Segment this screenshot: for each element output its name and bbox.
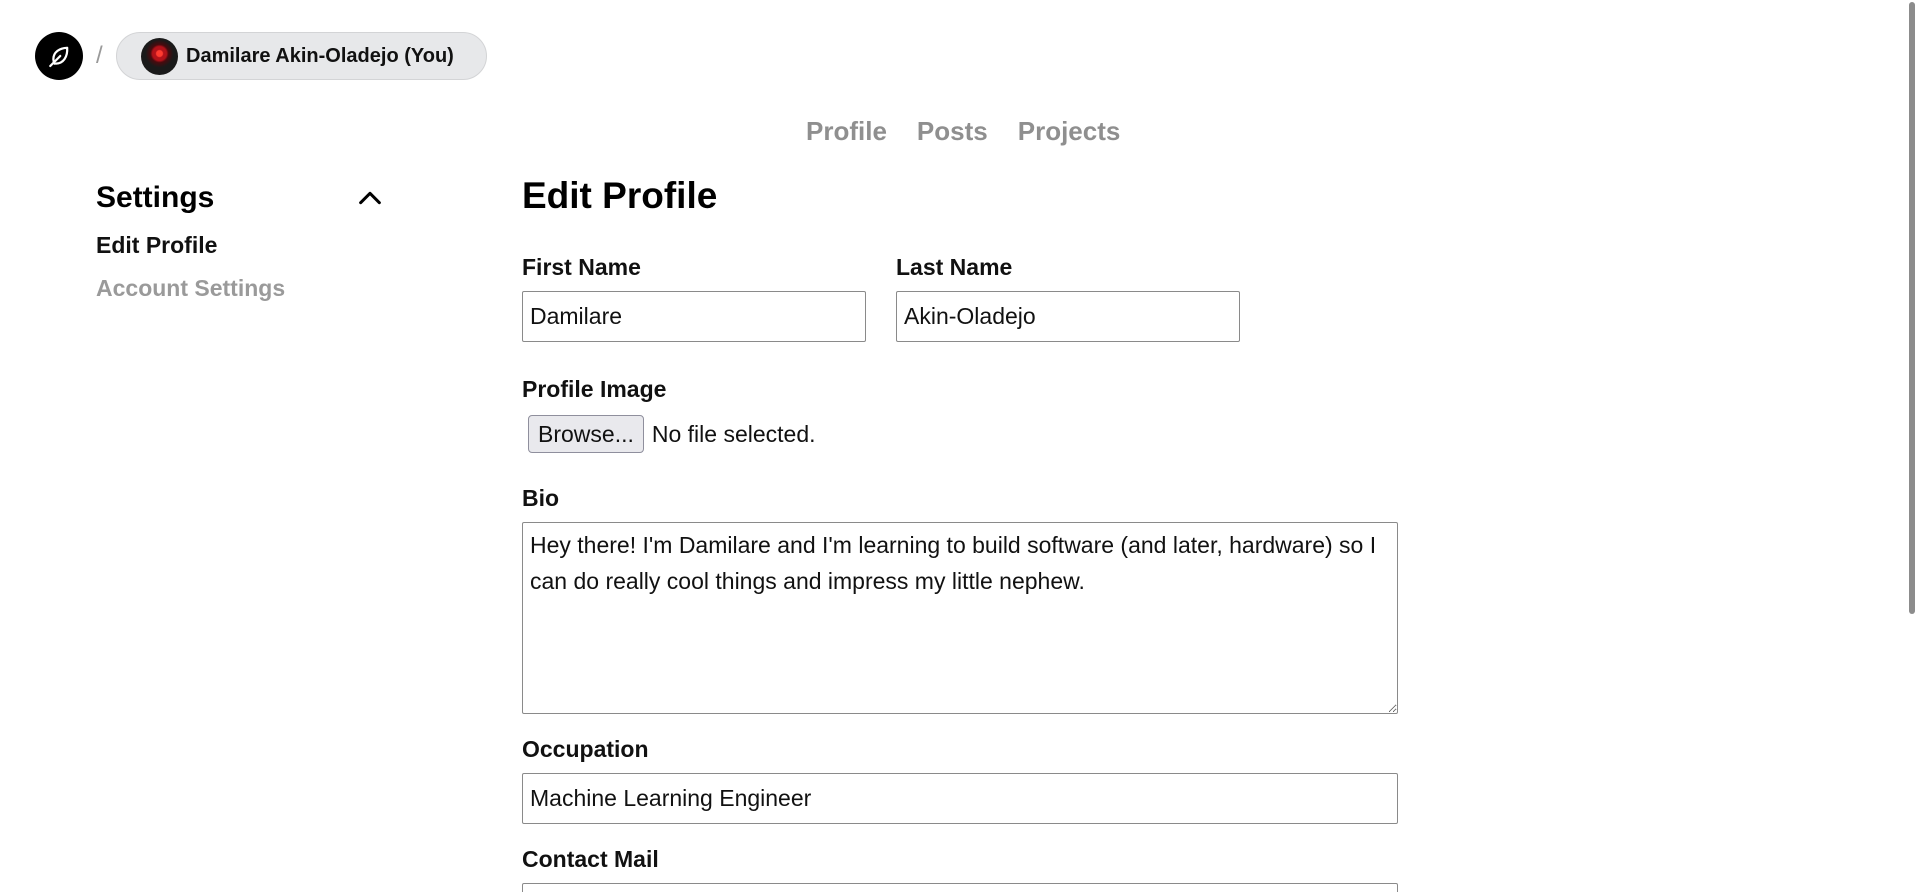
browse-button[interactable]: Browse... [528,415,644,453]
leaf-icon [49,46,69,68]
contact-mail-label: Contact Mail [522,846,659,872]
chevron-up-icon [359,191,381,205]
occupation-field[interactable] [522,773,1398,824]
current-user-breadcrumb[interactable]: Damilare Akin-Oladejo (You) [116,32,487,80]
file-status: No file selected. [651,420,816,447]
user-name: Damilare Akin-Oladejo (You) [186,44,454,67]
contact-mail-field[interactable] [522,883,1398,892]
settings-sidebar: Settings Edit Profile Account Settings [96,178,396,302]
last-name-field[interactable] [896,291,1240,342]
tab-projects[interactable]: Projects [1018,116,1121,147]
profile-image-label: Profile Image [522,376,667,402]
bio-label: Bio [522,485,560,511]
profile-image-group: Profile Image Browse... No file selected… [522,376,816,453]
home-logo-button[interactable] [35,32,83,80]
first-name-group: First Name [522,254,866,342]
page-scrollbar[interactable] [1902,0,1918,892]
tab-profile[interactable]: Profile [806,116,887,147]
name-row: First Name Last Name [522,254,1240,342]
collapse-sidebar-button[interactable] [350,178,390,218]
scrollbar-thumb[interactable] [1909,2,1915,614]
breadcrumb-separator: / [96,42,103,69]
sidebar-header: Settings [96,178,396,218]
last-name-group: Last Name [896,254,1240,342]
occupation-label: Occupation [522,736,649,762]
contact-mail-group: Contact Mail [522,846,1398,892]
edit-profile-form: Edit Profile First Name Last Name Profil… [522,170,1402,892]
sidebar-title: Settings [96,181,215,214]
sidebar-item-edit-profile[interactable]: Edit Profile [96,232,396,259]
tab-posts[interactable]: Posts [917,116,988,147]
file-picker: Browse... No file selected. [522,415,816,453]
sidebar-item-account-settings[interactable]: Account Settings [96,275,396,302]
page: / Damilare Akin-Oladejo (You) Profile Po… [0,0,1918,892]
first-name-field[interactable] [522,291,866,342]
first-name-label: First Name [522,254,641,280]
profile-tabs: Profile Posts Projects [806,116,1120,147]
bio-textarea[interactable]: Hey there! I'm Damilare and I'm learning… [522,522,1398,714]
page-title: Edit Profile [522,175,718,216]
last-name-label: Last Name [896,254,1013,280]
bio-group: Bio Hey there! I'm Damilare and I'm lear… [522,485,1398,719]
avatar [141,37,178,75]
occupation-group: Occupation [522,736,1398,824]
